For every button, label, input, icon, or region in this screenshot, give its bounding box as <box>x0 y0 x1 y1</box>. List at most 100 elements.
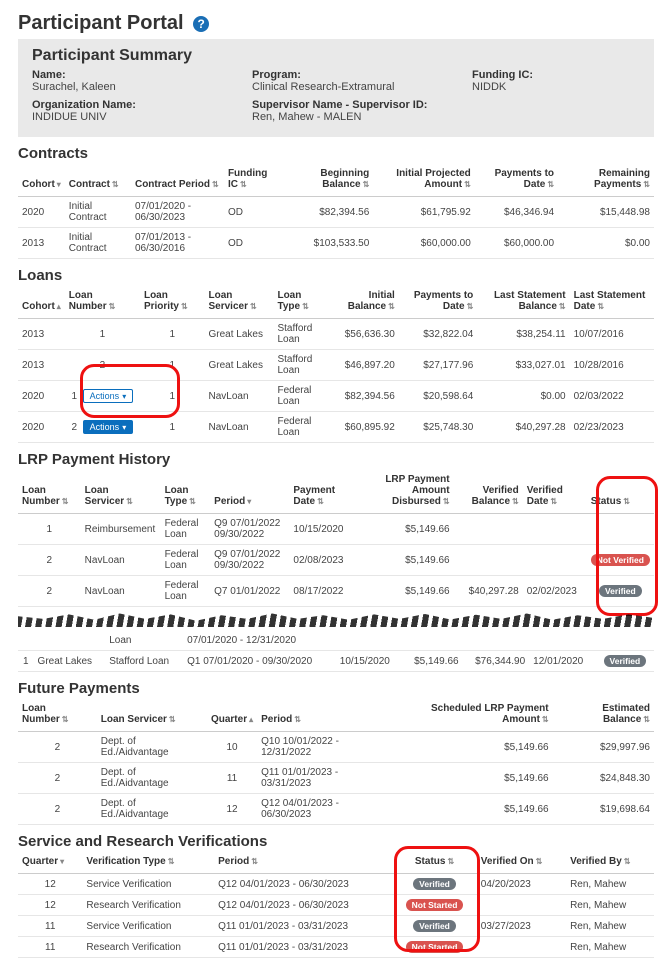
col-paid[interactable]: Payments to Date⇅ <box>399 286 477 319</box>
col-amt[interactable]: LRP Payment Amount Disbursed⇅ <box>355 470 454 514</box>
cell-quarter: 12 <box>18 874 82 895</box>
col-quarter[interactable]: Quarter▾ <box>18 852 82 874</box>
sort-icon: ⇅ <box>109 302 116 311</box>
status-badge-not-verified: Not Verified <box>591 554 650 566</box>
col-sched[interactable]: Scheduled LRP Payment Amount⇅ <box>389 699 553 732</box>
col-lsd[interactable]: Last Statement Date⇅ <box>570 286 654 319</box>
cell-amt <box>402 631 462 651</box>
col-est[interactable]: Estimated Balance⇅ <box>553 699 654 732</box>
page-title: Participant Portal ? <box>18 12 654 35</box>
sort-icon: ⇅ <box>250 302 257 311</box>
sort-icon: ▴ <box>57 302 61 311</box>
table-row: Loan07/01/2020 - 12/31/2020 <box>18 631 654 651</box>
cell-type: Stafford Loan <box>273 350 328 381</box>
table-row: 20201 Actions▾1NavLoanFederal Loan$82,39… <box>18 381 654 412</box>
col-period[interactable]: Period⇅ <box>257 699 388 732</box>
col-period[interactable]: Period▾ <box>210 470 289 514</box>
cell-servicer: Great Lakes <box>204 319 273 350</box>
col-num[interactable]: Loan Number⇅ <box>18 470 81 514</box>
col-cohort[interactable]: Cohort▴ <box>18 286 65 319</box>
col-servicer[interactable]: Loan Servicer⇅ <box>81 470 161 514</box>
col-contract[interactable]: Contract⇅ <box>65 164 131 197</box>
col-servicer[interactable]: Loan Servicer⇅ <box>97 699 207 732</box>
cell-begin: $82,394.56 <box>284 197 373 228</box>
cell-vdate: 02/02/2023 <box>523 576 587 607</box>
cell-vbal: $76,344.90 <box>463 651 530 672</box>
sort-icon: ⇅ <box>597 302 604 311</box>
cell-pdate: 10/15/2020 <box>289 514 355 545</box>
status-badge-verified: Verified <box>413 878 456 890</box>
col-status[interactable]: Status⇅ <box>587 470 654 514</box>
col-loan-number[interactable]: Loan Number⇅ <box>65 286 140 319</box>
col-on[interactable]: Verified On⇅ <box>477 852 566 874</box>
cell-servicer: Dept. of Ed./Aidvantage <box>97 763 207 794</box>
cell-servicer: NavLoan <box>204 412 273 443</box>
cell-init: $46,897.20 <box>328 350 398 381</box>
table-row: 2Dept. of Ed./Aidvantage10Q10 10/01/2022… <box>18 732 654 763</box>
col-servicer[interactable]: Loan Servicer⇅ <box>204 286 273 319</box>
col-proj[interactable]: Initial Projected Amount⇅ <box>373 164 474 197</box>
col-begin[interactable]: Beginning Balance⇅ <box>284 164 373 197</box>
table-row: 1Great LakesStafford LoanQ1 07/01/2020 -… <box>18 651 654 672</box>
col-period[interactable]: Period⇅ <box>214 852 392 874</box>
cell-status: Not Started <box>392 937 477 958</box>
sort-icon: ⇅ <box>388 302 395 311</box>
col-lsb[interactable]: Last Statement Balance⇅ <box>477 286 569 319</box>
col-vdate[interactable]: Verified Date⇅ <box>523 470 587 514</box>
cell-paid: $20,598.64 <box>399 381 477 412</box>
col-num[interactable]: Loan Number⇅ <box>18 699 97 732</box>
col-quarter[interactable]: Quarter▴ <box>207 699 257 732</box>
cell-pdate: 08/17/2022 <box>289 576 355 607</box>
cell-proj: $61,795.92 <box>373 197 474 228</box>
col-init[interactable]: Initial Balance⇅ <box>328 286 398 319</box>
col-ic[interactable]: Funding IC⇅ <box>224 164 284 197</box>
cell-quarter: 10 <box>207 732 257 763</box>
cell-period: Q11 01/01/2023 - 03/31/2023 <box>257 763 388 794</box>
cell-init: $60,895.92 <box>328 412 398 443</box>
cell-period: 07/01/2020 - 12/31/2020 <box>183 631 336 651</box>
cell-type: Service Verification <box>82 874 214 895</box>
col-type[interactable]: Verification Type⇅ <box>82 852 214 874</box>
sort-icon: ⇅ <box>302 302 309 311</box>
cell-loan-number: 1 Actions▾ <box>65 381 140 412</box>
actions-button[interactable]: Actions▾ <box>83 389 134 403</box>
table-row: 12Service VerificationQ12 04/01/2023 - 0… <box>18 874 654 895</box>
table-row: 20202 Actions▾1NavLoanFederal Loan$60,89… <box>18 412 654 443</box>
cell-vbal: $40,297.28 <box>454 576 523 607</box>
col-type[interactable]: Loan Type⇅ <box>161 470 211 514</box>
cell-lsb: $33,027.01 <box>477 350 569 381</box>
cell-lsd: 02/03/2022 <box>570 381 654 412</box>
col-priority[interactable]: Loan Priority⇅ <box>140 286 205 319</box>
cell-vbal <box>463 631 530 651</box>
cell-period: 07/01/2013 - 06/30/2016 <box>131 228 224 259</box>
cell-est: $19,698.64 <box>553 794 654 825</box>
sort-icon: ⇅ <box>559 302 566 311</box>
col-period[interactable]: Contract Period⇅ <box>131 164 224 197</box>
col-vbal[interactable]: Verified Balance⇅ <box>454 470 523 514</box>
col-remain[interactable]: Remaining Payments⇅ <box>558 164 654 197</box>
col-by[interactable]: Verified By⇅ <box>566 852 654 874</box>
name-label: Name: <box>32 69 252 81</box>
col-status[interactable]: Status⇅ <box>392 852 477 874</box>
actions-button[interactable]: Actions▾ <box>83 420 134 434</box>
col-pdate[interactable]: Payment Date⇅ <box>289 470 355 514</box>
cell-paid: $25,748.30 <box>399 412 477 443</box>
cell-paid: $32,822.04 <box>399 319 477 350</box>
help-icon[interactable]: ? <box>193 16 209 32</box>
cell-loan-number: 2 <box>65 350 140 381</box>
cell-by: Ren, Mahew <box>566 937 654 958</box>
sort-icon: ⇅ <box>189 497 196 506</box>
cell-ic: OD <box>224 228 284 259</box>
table-row: 1ReimbursementFederal LoanQ9 07/01/2022 … <box>18 514 654 545</box>
cell-lsd: 02/23/2023 <box>570 412 654 443</box>
cell-quarter: 11 <box>207 763 257 794</box>
col-paid[interactable]: Payments to Date⇅ <box>475 164 558 197</box>
sort-icon: ⇅ <box>643 715 650 724</box>
sort-icon: ▾ <box>57 180 61 189</box>
col-cohort[interactable]: Cohort▾ <box>18 164 65 197</box>
col-type[interactable]: Loan Type⇅ <box>273 286 328 319</box>
cell-quarter: 11 <box>18 916 82 937</box>
cell-type: Research Verification <box>82 937 214 958</box>
cell-type: Loan <box>105 631 183 651</box>
cell-type: Service Verification <box>82 916 214 937</box>
